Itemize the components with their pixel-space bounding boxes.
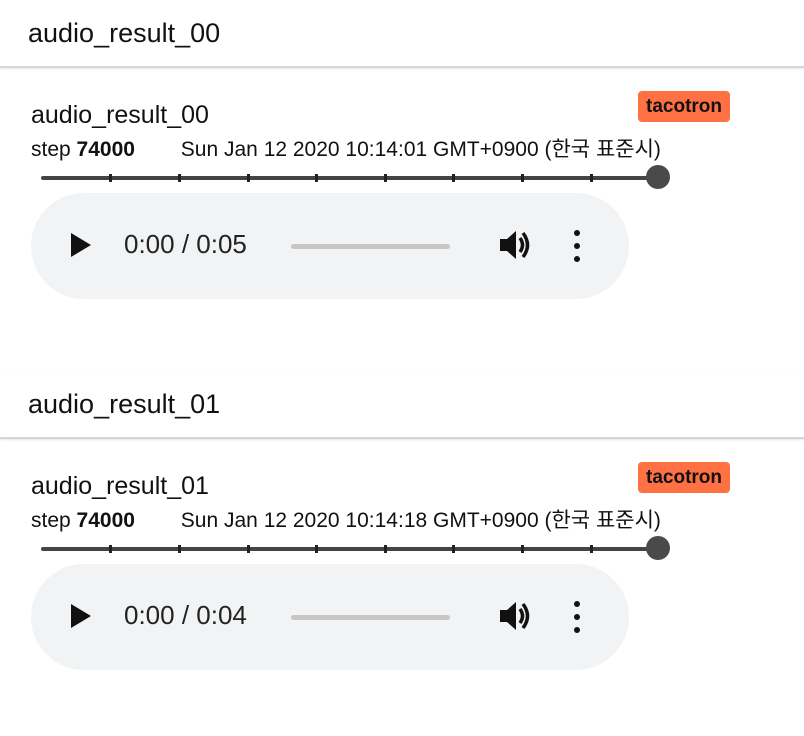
step-label: step <box>31 509 71 532</box>
step-label: step <box>31 138 71 161</box>
step-line: step 74000 Sun Jan 12 2020 10:14:18 GMT+… <box>31 504 661 534</box>
slider-tick <box>521 174 524 182</box>
slider-tick <box>590 174 593 182</box>
step-value: 74000 <box>76 509 135 532</box>
time-display: 0:00 / 0:04 <box>124 600 247 630</box>
slider-tick <box>315 174 318 182</box>
slider-tick <box>315 545 318 553</box>
slider-tick <box>247 545 250 553</box>
run-badge: tacotron <box>638 462 730 493</box>
step-slider[interactable] <box>41 165 670 189</box>
timestamp: Sun Jan 12 2020 10:14:18 GMT+0900 (한국 표준… <box>180 509 661 532</box>
slider-tick <box>109 545 112 553</box>
card-title: audio_result_00 <box>31 101 209 129</box>
step-line: step 74000 Sun Jan 12 2020 10:14:01 GMT+… <box>31 133 661 163</box>
play-icon[interactable] <box>71 604 91 628</box>
card-title: audio_result_01 <box>31 472 209 500</box>
section-title: audio_result_01 <box>28 388 221 419</box>
slider-tick <box>178 174 181 182</box>
audio-section-1: audio_result_01 audio_result_01 tacotron… <box>0 371 804 736</box>
more-vert-icon[interactable] <box>574 230 582 262</box>
slider-tick <box>521 545 524 553</box>
slider-tick <box>590 545 593 553</box>
more-vert-icon[interactable] <box>574 601 582 633</box>
slider-tick <box>247 174 250 182</box>
time-display: 0:00 / 0:05 <box>124 229 247 259</box>
audio-card: audio_result_01 tacotron step 74000 Sun … <box>0 439 804 736</box>
step-slider[interactable] <box>41 536 670 560</box>
volume-icon[interactable] <box>498 227 532 263</box>
audio-player: 0:00 / 0:04 <box>31 564 629 670</box>
progress-bar[interactable] <box>291 615 450 620</box>
progress-bar[interactable] <box>291 244 450 249</box>
slider-thumb[interactable] <box>646 536 670 560</box>
audio-card: audio_result_00 tacotron step 74000 Sun … <box>0 68 804 368</box>
slider-tick <box>452 545 455 553</box>
slider-tick <box>452 174 455 182</box>
slider-tick <box>384 174 387 182</box>
slider-tick <box>109 174 112 182</box>
timestamp: Sun Jan 12 2020 10:14:01 GMT+0900 (한국 표준… <box>180 138 661 161</box>
section-title: audio_result_00 <box>28 17 221 48</box>
audio-section-0: audio_result_00 audio_result_00 tacotron… <box>0 0 804 368</box>
slider-tick <box>384 545 387 553</box>
audio-player: 0:00 / 0:05 <box>31 193 629 299</box>
volume-icon[interactable] <box>498 598 532 634</box>
step-value: 74000 <box>76 138 135 161</box>
section-header[interactable]: audio_result_00 <box>0 0 804 68</box>
slider-tick <box>178 545 181 553</box>
slider-thumb[interactable] <box>646 165 670 189</box>
run-badge: tacotron <box>638 91 730 122</box>
play-icon[interactable] <box>71 233 91 257</box>
section-header[interactable]: audio_result_01 <box>0 371 804 439</box>
